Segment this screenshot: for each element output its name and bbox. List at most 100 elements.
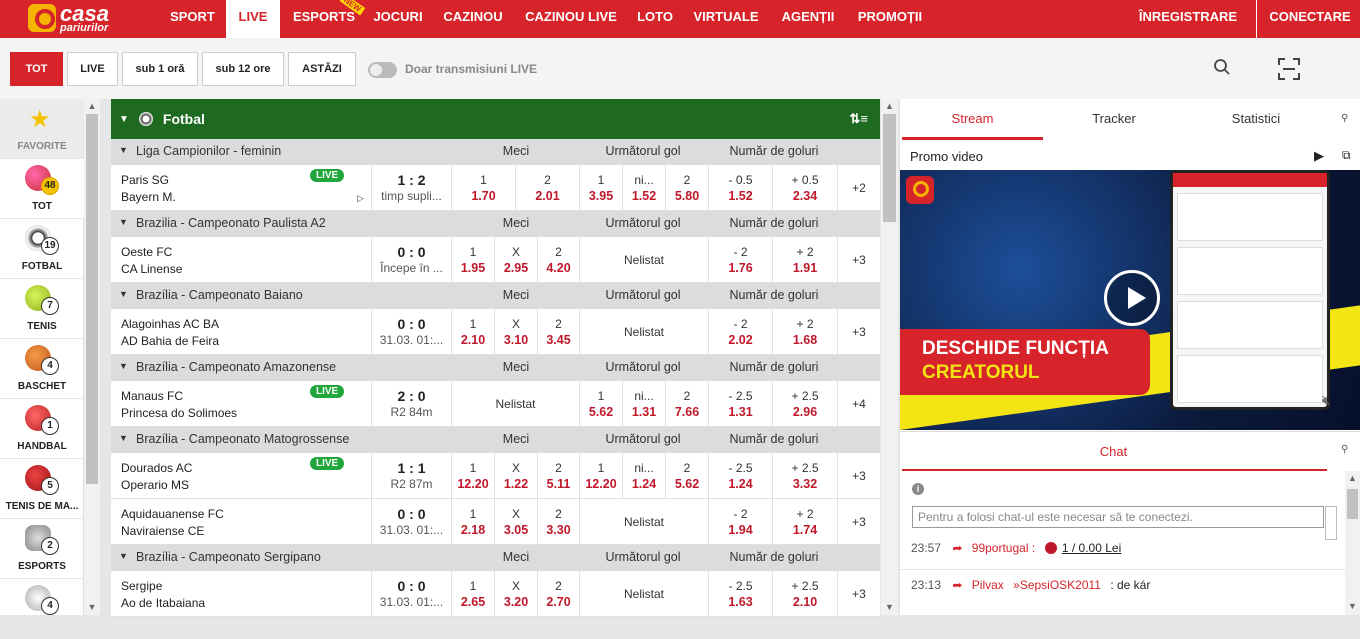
nav-agentii[interactable]: AGENȚII — [776, 0, 840, 38]
odd-button[interactable]: ni... 1.52 — [622, 165, 665, 211]
login-button[interactable]: CONECTARE — [1266, 0, 1354, 38]
odd-button[interactable]: X 3.10 — [494, 309, 537, 355]
odd-button[interactable]: - 2 1.94 — [708, 499, 772, 545]
odd-button[interactable]: + 2.5 2.10 — [772, 571, 837, 617]
pin-icon[interactable]: ⚲ — [1341, 113, 1348, 124]
odd-button[interactable]: - 2 1.76 — [708, 237, 772, 283]
odd-button[interactable]: 1 1.70 — [451, 165, 515, 211]
odd-button[interactable]: X 1.22 — [494, 453, 537, 499]
nav-jocuri[interactable]: JOCURI — [370, 0, 426, 38]
more-markets-button[interactable]: +3 — [837, 237, 880, 283]
more-markets-button[interactable]: +4 — [837, 381, 880, 427]
register-button[interactable]: ÎNREGISTRARE — [1136, 0, 1240, 38]
odd-button[interactable]: - 2.5 1.31 — [708, 381, 772, 427]
nav-cazinou[interactable]: CAZINOU — [440, 0, 506, 38]
nav-promotii[interactable]: PROMOȚII — [852, 0, 928, 38]
match-row[interactable]: Oeste FC CA Linense 0 : 0 Începe în ... 11… — [111, 237, 880, 283]
odd-button[interactable]: 1 2.10 — [451, 309, 494, 355]
odd-button[interactable]: 2 3.30 — [537, 499, 579, 545]
odd-button[interactable]: 2 2.70 — [537, 571, 579, 617]
popout-icon[interactable]: ⧉ — [1342, 148, 1351, 163]
league-header[interactable]: ▼ Brazília - Campeonato Baiano Meci Urmă… — [111, 283, 880, 309]
chat-scrollbar[interactable]: ▲ ▼ — [1345, 471, 1360, 615]
sidebar-item-favorite[interactable]: ★ FAVORITE — [0, 99, 84, 159]
odd-button[interactable]: X 3.05 — [494, 499, 537, 545]
sidebar-item-esports[interactable]: 2 ESPORTS — [0, 519, 84, 579]
odd-button[interactable]: 2 3.45 — [537, 309, 579, 355]
match-row[interactable]: Sergipe Ao de Itabaiana 0 : 0 31.03. 01:..… — [111, 571, 880, 617]
odd-button[interactable]: - 2 2.02 — [708, 309, 772, 355]
odd-button[interactable]: 1 2.65 — [451, 571, 494, 617]
live-stream-toggle[interactable] — [368, 62, 397, 78]
odd-button[interactable]: - 2.5 1.24 — [708, 453, 772, 499]
search-icon[interactable] — [1210, 58, 1234, 82]
filter-tot[interactable]: TOT — [10, 52, 63, 86]
odd-button[interactable]: 2 7.66 — [665, 381, 708, 427]
odd-button[interactable]: + 2.5 3.32 — [772, 453, 837, 499]
tab-statistics[interactable]: Statistici — [1185, 111, 1327, 126]
filter-12h[interactable]: sub 12 ore — [202, 52, 284, 86]
league-header[interactable]: ▼ Brazília - Campeonato Matogrossense Me… — [111, 427, 880, 453]
more-markets-button[interactable]: +3 — [837, 453, 880, 499]
odd-button[interactable]: 1 1.95 — [451, 237, 494, 283]
sidebar-scrollbar[interactable]: ▲ ▼ — [84, 99, 100, 615]
sidebar-item-tenis[interactable]: 7 TENIS — [0, 279, 84, 339]
odd-button[interactable]: X 3.20 — [494, 571, 537, 617]
sidebar-item-fotbal[interactable]: 19 FOTBAL — [0, 219, 84, 279]
odd-button[interactable]: + 2 1.74 — [772, 499, 837, 545]
scroll-up-icon[interactable]: ▲ — [84, 101, 100, 111]
tab-stream[interactable]: Stream — [902, 111, 1043, 126]
odd-button[interactable]: - 0.5 1.52 — [708, 165, 772, 211]
sidebar-item-table-tennis[interactable]: 5 TENIS DE MA... — [0, 459, 84, 519]
odd-button[interactable]: 2 5.11 — [537, 453, 579, 499]
sidebar-item-badminton[interactable]: 4 — [0, 579, 84, 639]
nav-loto[interactable]: LOTO — [634, 0, 676, 38]
play-icon[interactable]: ▷ — [357, 193, 364, 204]
chat-input[interactable]: Pentru a folosi chat-ul este necesar să … — [912, 506, 1324, 528]
odd-button[interactable]: + 0.5 2.34 — [772, 165, 837, 211]
scroll-up-icon[interactable]: ▲ — [881, 101, 898, 111]
odd-button[interactable]: 1 5.62 — [579, 381, 622, 427]
odd-button[interactable]: 1 12.20 — [579, 453, 622, 499]
league-header[interactable]: ▼ Brazília - Campeonato Sergipano Meci U… — [111, 545, 880, 571]
league-header[interactable]: ▼ Liga Campionilor - feminin Meci Următo… — [111, 139, 880, 165]
scrollbar-thumb[interactable] — [86, 114, 98, 484]
more-markets-button[interactable]: +2 — [837, 165, 880, 211]
logo[interactable]: casa pariurilor — [28, 2, 158, 34]
match-row[interactable]: Dourados AC Operario MS LIVE 1 : 1 R2 87m … — [111, 453, 880, 499]
odd-button[interactable]: 1 3.95 — [579, 165, 622, 211]
odd-button[interactable]: 2 5.80 — [665, 165, 708, 211]
odd-button[interactable]: ni... 1.24 — [622, 453, 665, 499]
league-header[interactable]: ▼ Brazília - Campeonato Amazonense Meci … — [111, 355, 880, 381]
nav-virtuale[interactable]: VIRTUALE — [690, 0, 762, 38]
odd-button[interactable]: 2 2.01 — [515, 165, 579, 211]
scroll-down-icon[interactable]: ▼ — [1345, 601, 1360, 611]
league-header[interactable]: ▼ Brazilia - Campeonato Paulista A2 Meci… — [111, 211, 880, 237]
scan-icon[interactable] — [1277, 58, 1301, 82]
more-markets-button[interactable]: +3 — [837, 571, 880, 617]
sidebar-item-baschet[interactable]: 4 BASCHET — [0, 339, 84, 399]
odd-button[interactable]: + 2.5 2.96 — [772, 381, 837, 427]
sidebar-item-tot[interactable]: 48 TOT — [0, 159, 84, 219]
odd-button[interactable]: + 2 1.91 — [772, 237, 837, 283]
chat-input-scrollbar[interactable] — [1325, 506, 1337, 540]
match-row[interactable]: Paris SG Bayern M. LIVE ▷ 1 : 2 timp supli… — [111, 165, 880, 211]
match-row[interactable]: Alagoinhas AC BA AD Bahia de Feira 0 : 03… — [111, 309, 880, 355]
play-button[interactable] — [1104, 270, 1160, 326]
sidebar-item-handbal[interactable]: 1 HANDBAL — [0, 399, 84, 459]
odd-button[interactable]: 1 12.20 — [451, 453, 494, 499]
filter-1h[interactable]: sub 1 oră — [122, 52, 198, 86]
filter-today[interactable]: ASTĂZI — [288, 52, 356, 86]
nav-sport[interactable]: SPORT — [164, 0, 221, 38]
sort-icon[interactable]: ⇅≡ — [850, 111, 868, 127]
odd-button[interactable]: 1 2.18 — [451, 499, 494, 545]
match-row[interactable]: Manaus FC Princesa do Solimoes LIVE 2 : 0… — [111, 381, 880, 427]
sport-header[interactable]: ▼ Fotbal ⇅≡ — [111, 99, 880, 139]
info-icon[interactable]: i — [912, 483, 924, 495]
match-row[interactable]: Aquidauanense FC Naviraiense CE 0 : 0 31.0… — [111, 499, 880, 545]
odd-button[interactable]: 2 5.62 — [665, 453, 708, 499]
mute-icon[interactable]: 🔇︎ — [1322, 392, 1331, 409]
pin-icon[interactable]: ⚲ — [1341, 444, 1348, 455]
scrollbar-thumb[interactable] — [1347, 489, 1358, 519]
odd-button[interactable]: 2 4.20 — [537, 237, 579, 283]
